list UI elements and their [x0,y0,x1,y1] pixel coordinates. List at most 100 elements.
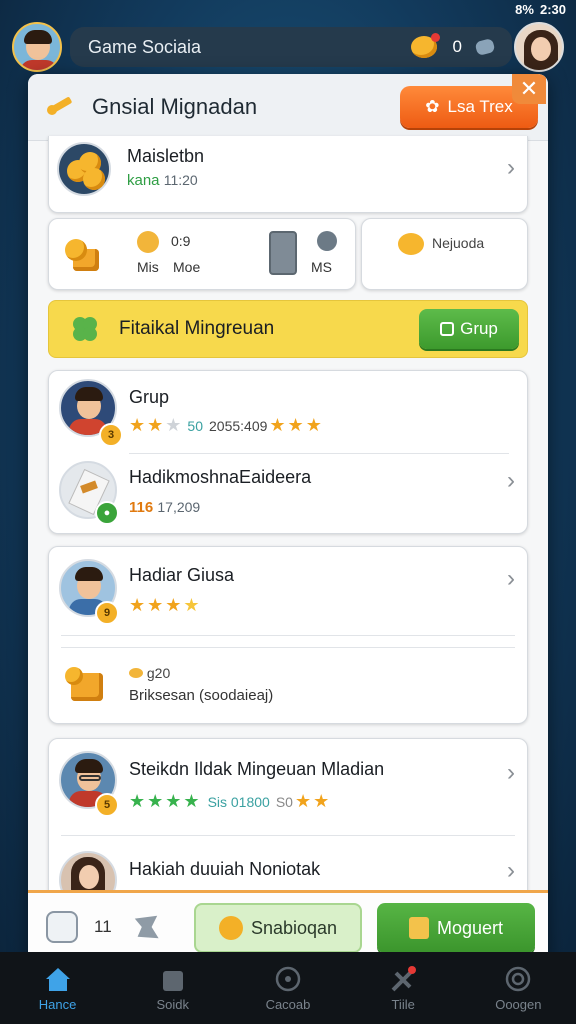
star-icon: ★ [165,791,182,811]
nav-item-home[interactable]: Hance [10,965,106,1012]
star-icon: ★ [305,415,322,435]
panel-title: Gnsial Mignadan [92,94,258,119]
moguert-button[interactable]: Moguert [377,903,535,953]
star-icon: ★ [147,595,164,615]
sword-icon [391,965,417,991]
star-icon: ★ [183,791,200,811]
list-item-name: HadikmoshnaEaideera [129,467,312,487]
panel-header: Gnsial Mignadan ✿ Lsa Trex ✕ [28,74,548,141]
nejuoda-label: Nejuoda [432,235,485,251]
globe-icon [317,231,337,251]
social-panel: Gnsial Mignadan ✿ Lsa Trex ✕ Maisletbn k… [28,74,548,969]
coin-icon[interactable] [410,33,440,58]
chevron-right-icon[interactable]: › [507,467,515,495]
panel-content: Maisletbn kana 11:20 › 0:9 Mis Moe MS Ne… [28,136,548,969]
gift-box-icon [65,663,109,705]
star-icon: ★ [313,791,330,811]
list-item-meta: 116 17,209 [129,499,200,516]
nav-label: Tiile [391,996,415,1012]
calculator-icon[interactable] [46,911,78,943]
level-badge: 5 [95,793,119,817]
nejuoda-card[interactable]: Nejuoda [361,218,528,290]
list-score-2: S0 [275,793,293,810]
circle-icon [275,966,301,991]
nav-label: Hance [38,996,77,1012]
close-button[interactable]: ✕ [512,74,546,104]
moguert-label: Moguert [436,917,504,938]
grup-button[interactable]: Grup [419,309,519,349]
nav-item-social[interactable]: Soidk [125,965,221,1012]
snabioqan-button[interactable]: Snabioqan [194,903,362,953]
star-icon: ★ [147,791,164,811]
list-item-name: Hadiar Giusa [129,565,235,585]
battery-text: 8% [515,1,534,17]
stats-card[interactable]: 0:9 Mis Moe MS [48,218,356,290]
chat-icon[interactable] [474,37,496,57]
stat-label-right: Moe [173,259,201,275]
level-badge: 9 [95,601,119,625]
header-action-label: Lsa Trex [447,97,513,116]
list-score: 50 [187,417,203,434]
star-icon: ★ [165,595,182,615]
list-time: 17,209 [157,499,201,515]
list-score: 116 [129,499,154,516]
star-icon: ★ [129,595,146,615]
list-item-name: g20 [129,665,170,681]
coin-stack-icon [57,142,111,196]
star-icon: ★ [147,415,164,435]
home-icon [45,967,70,991]
star-rating: ★ ★ ★ ★ Sis 01800 S0 ★ ★ [129,791,329,812]
document-icon [269,231,297,275]
grup-button-label: Grup [460,319,498,338]
wrench-icon [47,97,72,115]
profile-card[interactable]: Maisletbn kana 11:20 › [48,136,528,213]
camera-icon [506,966,531,991]
time-text: 2:30 [539,1,566,17]
top-bar: Game Sociaia 0 [12,22,564,74]
compass-icon [137,231,159,253]
puzzle-icon[interactable] [134,915,159,939]
list-item-name: Steikdn Ildak Mingeuan Mladian [129,759,385,779]
snabioqan-label: Snabioqan [250,917,338,938]
profile-subtitle: kana 11:20 [127,172,198,189]
chevron-right-icon: › [507,154,515,181]
stat-label-left: Mis [137,259,159,275]
featured-title: Fitaikal Mingreuan [119,318,275,339]
star-rating: ★ ★ ★ 50 2055:409 ★ ★ ★ [129,415,322,436]
stat-value: 0:9 [171,233,191,249]
chevron-right-icon[interactable]: › [507,565,515,593]
list-card-1: 3 Grup ★ ★ ★ 50 2055:409 ★ ★ ★ ● Hadikmo… [48,370,528,534]
nav-label: Soidk [156,996,190,1012]
online-badge: ● [95,501,119,525]
subtitle-value: 11:20 [163,172,198,188]
bottom-count: 11 [94,917,112,936]
coin-icon [129,668,143,678]
list-time: 2055:409 [209,417,268,434]
list-item-name: Hakiah duuiah Noniotak [129,859,321,879]
list-item-subtitle: Briksesan (soodaieaj) [129,687,274,704]
square-icon [440,322,455,336]
coin-count: 0 [452,37,462,56]
nav-item-tiile[interactable]: Tiile [355,965,451,1012]
star-icon: ★ [165,415,182,435]
list-item-value: g20 [146,665,171,681]
friend-avatar[interactable] [514,22,564,72]
star-icon: ★ [269,415,286,435]
stat-extra: MS [311,259,332,275]
top-search-pill[interactable]: Game Sociaia 0 [70,27,512,67]
notification-dot [430,33,440,42]
star-icon: ★ [294,791,312,811]
flower-icon: ✿ [425,97,440,116]
status-bar: 8% 2:30 [515,0,566,18]
chevron-right-icon[interactable]: › [507,759,515,787]
player-avatar[interactable] [12,22,62,72]
nav-label: Ooogen [495,996,542,1012]
star-icon: ★ [129,791,146,811]
star-icon: ★ [287,415,304,435]
list-score: Sis 01800 [207,793,270,810]
featured-bar: Fitaikal Mingreuan Grup [48,300,528,358]
nav-label: Cacoab [265,996,311,1012]
nav-item-ooogen[interactable]: Ooogen [470,965,566,1012]
chevron-right-icon[interactable]: › [507,857,515,885]
nav-item-cacoab[interactable]: Cacoab [240,965,336,1012]
